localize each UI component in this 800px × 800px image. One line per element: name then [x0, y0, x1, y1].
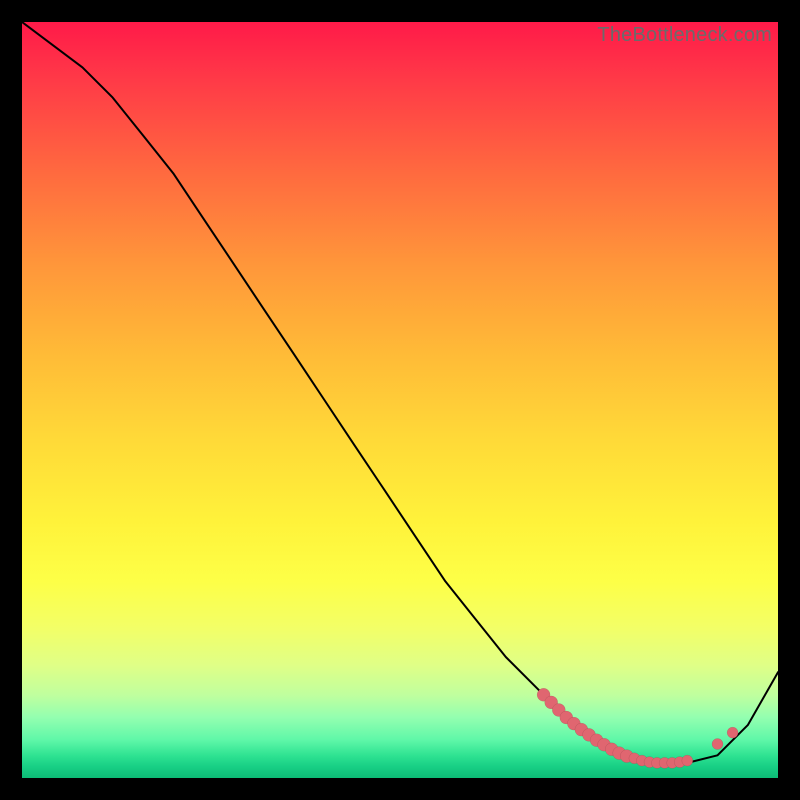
chart-plot-area: TheBottleneck.com — [22, 22, 778, 778]
chart-svg — [22, 22, 778, 778]
marker-point — [682, 755, 693, 766]
marker-group — [537, 688, 738, 768]
stage: TheBottleneck.com — [0, 0, 800, 800]
bottleneck-curve — [22, 22, 778, 763]
marker-point — [727, 727, 738, 738]
marker-point — [712, 739, 723, 750]
